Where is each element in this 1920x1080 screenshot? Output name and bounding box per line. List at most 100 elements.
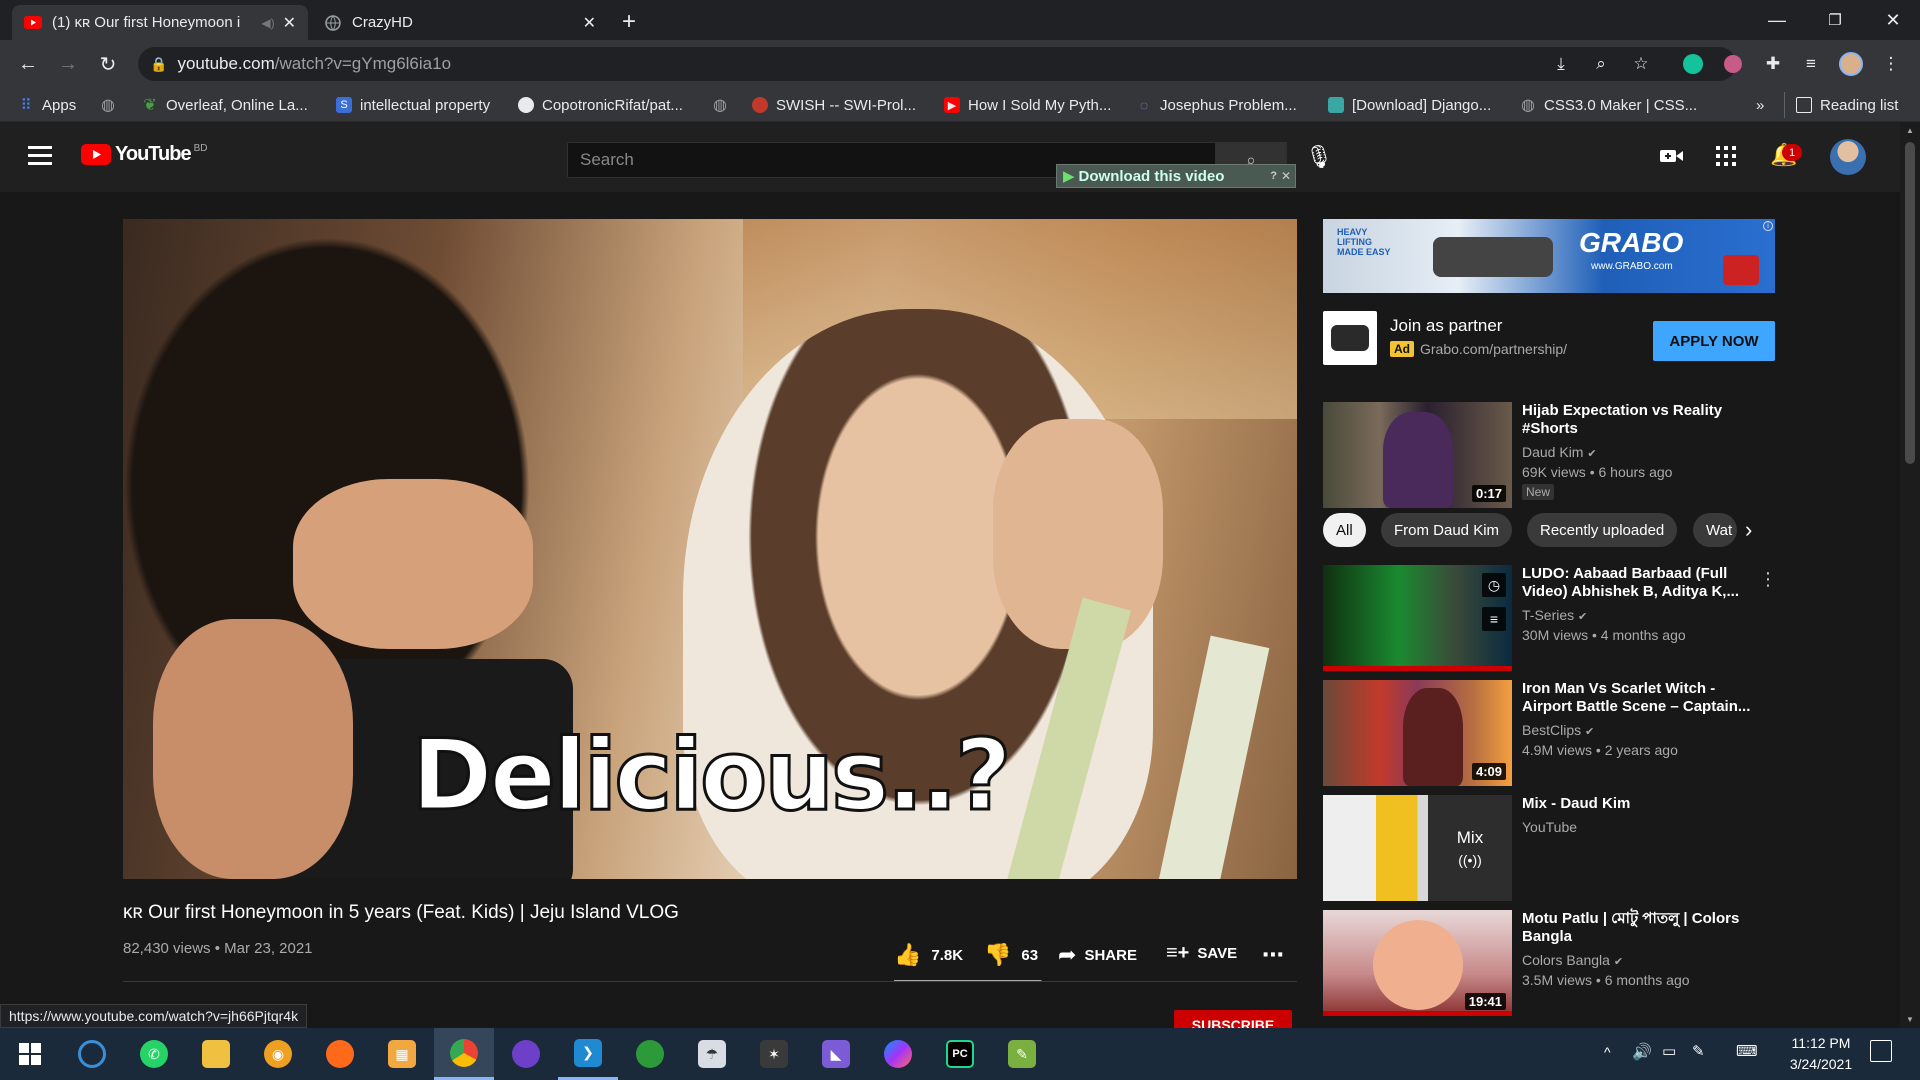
taskbar-app[interactable]	[868, 1028, 928, 1080]
taskbar-app[interactable]: ☂	[682, 1028, 742, 1080]
close-tab-icon[interactable]: ✕	[583, 13, 596, 33]
hamburger-menu-icon[interactable]	[28, 146, 52, 166]
taskbar-app[interactable]	[310, 1028, 370, 1080]
channel-name[interactable]: YouTube	[1522, 819, 1577, 835]
scroll-up-arrow-icon[interactable]: ▲	[1906, 126, 1914, 135]
account-avatar[interactable]	[1830, 139, 1866, 175]
network-icon[interactable]: ▭	[1662, 1042, 1676, 1060]
video-thumbnail[interactable]: 19:41	[1323, 910, 1512, 1016]
scroll-down-arrow-icon[interactable]: ▼	[1906, 1015, 1914, 1024]
lock-icon[interactable]: 🔒	[150, 56, 167, 73]
tab-youtube[interactable]: (1) ᴋʀ Our first Honeymoon i ◀) ✕	[12, 5, 308, 40]
create-video-icon[interactable]	[1660, 148, 1684, 164]
extension-icon[interactable]	[1719, 50, 1747, 78]
add-to-queue-icon[interactable]: ≡	[1482, 607, 1506, 631]
page-scrollbar[interactable]: ▲ ▼	[1900, 122, 1920, 1028]
bookmark-swish[interactable]: SWISH -- SWI-Prol...	[752, 94, 916, 116]
bookmark-globe-2[interactable]: ◍	[712, 94, 736, 116]
save-button[interactable]: ≡+ SAVE	[1166, 942, 1237, 965]
ad-banner[interactable]: HEAVY LIFTING MADE EASY GRABO www.GRABO.…	[1323, 219, 1775, 293]
grammarly-extension-icon[interactable]	[1679, 50, 1707, 78]
tab-crazyhd[interactable]: CrazyHD ✕	[312, 5, 608, 40]
close-window-button[interactable]: ✕	[1864, 0, 1920, 40]
clock-time[interactable]: 11:12 PM	[1776, 1035, 1866, 1051]
ad-title[interactable]: Join as partner	[1390, 316, 1502, 336]
close-icon[interactable]: ✕	[1281, 169, 1291, 183]
start-button[interactable]	[0, 1028, 60, 1080]
taskbar-app[interactable]	[186, 1028, 246, 1080]
taskbar-app[interactable]: PC	[930, 1028, 990, 1080]
chips-next-icon[interactable]: ›	[1745, 517, 1752, 543]
apps-grid-icon[interactable]	[1716, 146, 1736, 166]
video-thumbnail[interactable]: 4:09	[1323, 680, 1512, 786]
close-tab-icon[interactable]: ✕	[283, 13, 296, 33]
apply-now-button[interactable]: APPLY NOW	[1653, 321, 1775, 361]
taskbar-app[interactable]	[496, 1028, 556, 1080]
taskbar-app[interactable]: ▦	[372, 1028, 432, 1080]
share-button[interactable]: ➦ SHARE	[1058, 942, 1137, 968]
show-hidden-icons-icon[interactable]: ^	[1604, 1044, 1611, 1060]
recommended-video[interactable]: ◷ ≡ LUDO: Aabaad Barbaad (Full Video) Ab…	[1323, 565, 1777, 675]
clock-date[interactable]: 3/24/2021	[1776, 1056, 1866, 1072]
address-bar[interactable]: 🔒 youtube.com/watch?v=gYmg6l6ia1o	[138, 47, 1736, 81]
video-thumbnail[interactable]: 0:17	[1323, 402, 1512, 508]
restore-button[interactable]: ❐	[1806, 0, 1864, 40]
forward-button[interactable]: →	[54, 50, 82, 78]
video-thumbnail[interactable]: Mix ((•))	[1323, 795, 1512, 901]
video-title[interactable]: Motu Patlu | মোটু পাতলু | Colors Bangla	[1522, 910, 1762, 946]
taskbar-app[interactable]: ❯	[558, 1028, 618, 1080]
like-button[interactable]: 👍 7.8K	[894, 942, 963, 968]
volume-icon[interactable]: 🔊	[1632, 1042, 1652, 1062]
scrollbar-thumb[interactable]	[1905, 142, 1915, 464]
chip-from-daud-kim[interactable]: From Daud Kim	[1381, 513, 1513, 547]
recommended-video[interactable]: 4:09 Iron Man Vs Scarlet Witch - Airport…	[1323, 680, 1775, 790]
puzzle-extensions-icon[interactable]: ✚	[1759, 50, 1787, 78]
bookmark-youtube[interactable]: ▶ How I Sold My Pyth...	[944, 94, 1111, 116]
bookmark-globe[interactable]: ◍	[100, 94, 124, 116]
ad-info-icon[interactable]: i	[1763, 221, 1773, 231]
media-queue-icon[interactable]: ≡	[1797, 50, 1825, 78]
dislike-button[interactable]: 👎 63	[984, 942, 1038, 968]
taskbar-app[interactable]: ◉	[248, 1028, 308, 1080]
taskbar-app[interactable]: ✎	[992, 1028, 1052, 1080]
profile-avatar[interactable]	[1837, 50, 1865, 78]
video-thumbnail[interactable]: ◷ ≡	[1323, 565, 1512, 671]
video-title[interactable]: Hijab Expectation vs Reality #Shorts	[1522, 402, 1762, 438]
reload-button[interactable]: ↻	[94, 50, 122, 78]
help-icon[interactable]: ?	[1270, 170, 1277, 182]
watch-later-icon[interactable]: ◷	[1482, 573, 1506, 597]
zoom-icon[interactable]: ⌕	[1587, 50, 1615, 78]
bookmark-ip[interactable]: Sintellectual property	[336, 94, 490, 116]
taskbar-app[interactable]	[62, 1028, 122, 1080]
install-icon[interactable]: ⤓	[1547, 50, 1575, 78]
video-player[interactable]: Delicious..?	[123, 219, 1297, 879]
channel-name[interactable]: Colors Bangla ✔	[1522, 952, 1623, 968]
new-tab-button[interactable]: +	[622, 8, 636, 36]
download-video-bar[interactable]: ▶ Download this video ? ✕	[1056, 164, 1296, 188]
keyboard-icon[interactable]: ⌨	[1736, 1042, 1758, 1060]
bookmark-github[interactable]: CopotronicRifat/pat...	[518, 94, 683, 116]
bookmark-apps[interactable]: ⠿ Apps	[18, 94, 77, 116]
video-title[interactable]: LUDO: Aabaad Barbaad (Full Video) Abhish…	[1522, 565, 1762, 601]
bookmark-overleaf[interactable]: ❦ Overleaf, Online La...	[142, 94, 307, 116]
back-button[interactable]: ←	[14, 50, 42, 78]
bookmark-star-icon[interactable]: ☆	[1627, 50, 1655, 78]
taskbar-app[interactable]: ✶	[744, 1028, 804, 1080]
pen-icon[interactable]: ✎	[1692, 1042, 1705, 1060]
taskbar-app[interactable]	[620, 1028, 680, 1080]
channel-name[interactable]: BestClips ✔	[1522, 722, 1594, 738]
video-title[interactable]: Mix - Daud Kim	[1522, 795, 1762, 813]
bookmark-django[interactable]: [Download] Django...	[1328, 94, 1491, 116]
more-bookmarks-button[interactable]: »	[1756, 94, 1764, 116]
chip-watched[interactable]: Wat	[1693, 513, 1737, 547]
recommended-video[interactable]: 19:41 Motu Patlu | মোটু পাতলু | Colors B…	[1323, 910, 1775, 1020]
video-title[interactable]: Iron Man Vs Scarlet Witch - Airport Batt…	[1522, 680, 1762, 716]
action-center-icon[interactable]	[1870, 1040, 1892, 1062]
chip-recently-uploaded[interactable]: Recently uploaded	[1527, 513, 1678, 547]
youtube-logo[interactable]: YouTube BD	[81, 143, 207, 166]
bookmark-css3-maker[interactable]: ◍ CSS3.0 Maker | CSS...	[1520, 94, 1697, 116]
minimize-button[interactable]: —	[1748, 0, 1806, 40]
recommended-mix[interactable]: Mix ((•)) Mix - Daud Kim YouTube	[1323, 795, 1775, 905]
more-actions-icon[interactable]: ⋯	[1262, 942, 1284, 968]
chip-all[interactable]: All	[1323, 513, 1366, 547]
